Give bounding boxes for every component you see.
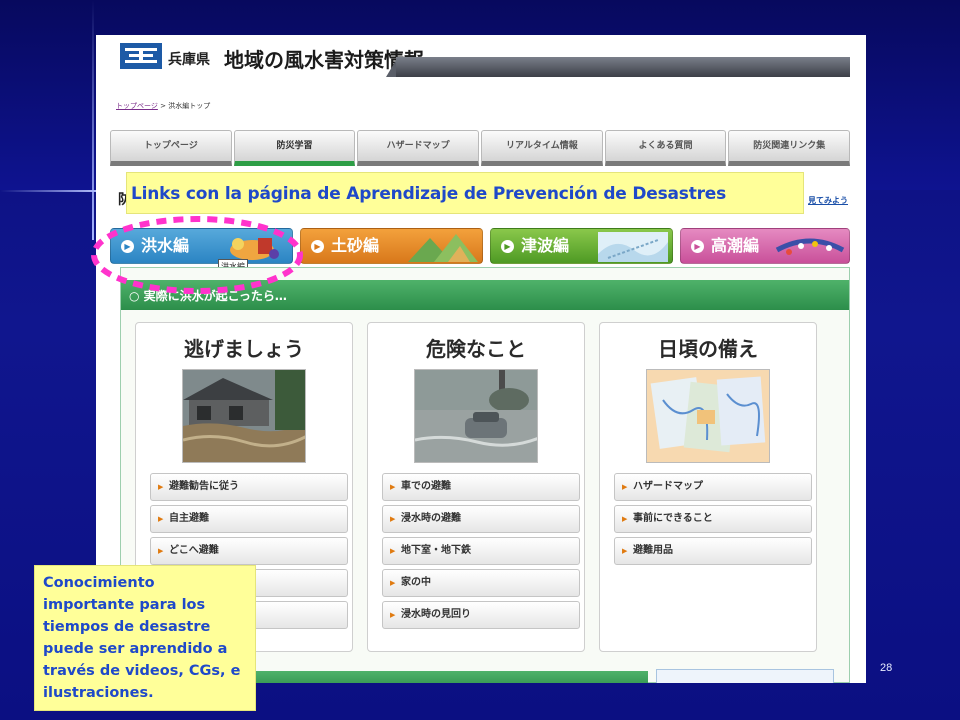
orange-arrow-icon: ▶ [390,483,396,491]
breadcrumb-separator: > [160,102,166,110]
nav-tab-faq[interactable]: よくある質問 [604,130,727,166]
orange-arrow-icon: ▶ [622,547,628,555]
see-more-link[interactable]: 見てみよう [808,195,848,206]
nav-tab-links[interactable]: 防災関連リンク集 [728,130,851,166]
main-nav: トップページ 防災学習 ハザードマップ リアルタイム情報 よくある質問 防災関連… [110,130,851,166]
hazard-map-photo [646,369,770,463]
link-label: 自主避難 [169,513,209,524]
explanation-callout-text: Conocimiento importante para los tiempos… [43,575,241,701]
link-patrol-during-flooding[interactable]: ▶ 浸水時の見回り [382,601,580,629]
link-evacuation-by-car[interactable]: ▶ 車での避難 [382,473,580,501]
link-label: ハザードマップ [633,481,703,492]
storm-surge-illustration-icon [775,238,845,255]
link-hazard-map[interactable]: ▶ ハザードマップ [614,473,812,501]
column-heading: 危険なこと [426,337,526,361]
highlight-ellipse [91,216,303,294]
header-bar [396,57,850,77]
link-label: 避難勧告に従う [169,481,239,492]
tsunami-illustration-icon [598,232,668,262]
link-inside-house[interactable]: ▶ 家の中 [382,569,580,597]
category-label: 高潮編 [711,236,760,255]
slide-decorative-line [0,190,100,192]
breadcrumb-home-link[interactable]: トップページ [116,102,158,110]
landslide-illustration-icon [408,234,478,262]
category-tab-tsunami[interactable]: ▶ 津波編 [490,228,673,264]
link-where-to-evacuate[interactable]: ▶ どこへ避難 [150,537,348,565]
column-heading: 日頃の備え [658,337,758,361]
column-links: ▶ 車での避難 ▶ 浸水時の避難 ▶ 地下室・地下鉄 ▶ 家の中 ▶ 浸水時の見回り [382,473,582,633]
link-label: どこへ避難 [169,545,219,556]
column-daily-preparedness: 日頃の備え ▶ ハザードマップ ▶ 事前にできること ▶ 避難用品 [599,322,817,652]
lower-side-box [656,669,834,683]
site-header: 兵庫県 地域の風水害対策情報 [96,35,866,77]
link-voluntary-evacuation[interactable]: ▶ 自主避難 [150,505,348,533]
link-advance-preparation[interactable]: ▶ 事前にできること [614,505,812,533]
orange-arrow-icon: ▶ [158,515,164,523]
title-callout: Links con la página de Aprendizaje de Pr… [126,172,804,214]
category-label: 津波編 [521,236,570,255]
orange-arrow-icon: ▶ [158,483,164,491]
link-label: 浸水時の見回り [401,609,471,620]
orange-arrow-icon: ▶ [390,611,396,619]
link-label: 避難用品 [633,545,673,556]
explanation-callout: Conocimiento importante para los tiempos… [34,565,256,711]
category-tab-storm-surge[interactable]: ▶ 高潮編 [680,228,850,264]
orange-arrow-icon: ▶ [390,515,396,523]
play-bullet-icon: ▶ [691,240,704,253]
orange-arrow-icon: ▶ [158,547,164,555]
breadcrumb: トップページ > 洪水編トップ [116,101,210,111]
column-heading: 逃げましょう [184,337,304,361]
slide-decorative-vertical-line [92,0,94,240]
nav-tab-hazard-map[interactable]: ハザードマップ [357,130,480,166]
link-label: 浸水時の避難 [401,513,461,524]
category-label: 土砂編 [331,236,380,255]
orange-arrow-icon: ▶ [622,483,628,491]
column-links: ▶ ハザードマップ ▶ 事前にできること ▶ 避難用品 [614,473,814,569]
flooded-house-photo [182,369,306,463]
link-follow-evacuation-advisory[interactable]: ▶ 避難勧告に従う [150,473,348,501]
link-label: 家の中 [401,577,431,588]
prefecture-label: 兵庫県 [168,52,210,68]
link-basement-subway[interactable]: ▶ 地下室・地下鉄 [382,537,580,565]
orange-arrow-icon: ▶ [622,515,628,523]
orange-arrow-icon: ▶ [390,579,396,587]
title-callout-text: Links con la página de Aprendizaje de Pr… [131,184,727,204]
link-evacuation-during-flooding[interactable]: ▶ 浸水時の避難 [382,505,580,533]
lower-section-bar [256,671,648,683]
category-tab-sediment[interactable]: ▶ 土砂編 [300,228,483,264]
breadcrumb-current: 洪水編トップ [168,102,211,110]
nav-tab-realtime[interactable]: リアルタイム情報 [481,130,603,166]
link-label: 事前にできること [633,513,713,524]
orange-arrow-icon: ▶ [390,547,396,555]
nav-tab-top[interactable]: トップページ [110,130,232,166]
link-evacuation-supplies[interactable]: ▶ 避難用品 [614,537,812,565]
play-bullet-icon: ▶ [311,240,324,253]
link-label: 地下室・地下鉄 [401,545,471,556]
slide-number: 28 [880,662,893,674]
play-bullet-icon: ▶ [501,240,514,253]
flooded-street-photo [414,369,538,463]
column-dangers: 危険なこと ▶ 車での避難 ▶ 浸水時の避難 ▶ 地下室・地下鉄 ▶ 家の中 ▶… [367,322,585,652]
link-label: 車での避難 [401,481,451,492]
nav-tab-disaster-learning[interactable]: 防災学習 [233,130,356,166]
hyogo-logo-icon [120,43,162,69]
